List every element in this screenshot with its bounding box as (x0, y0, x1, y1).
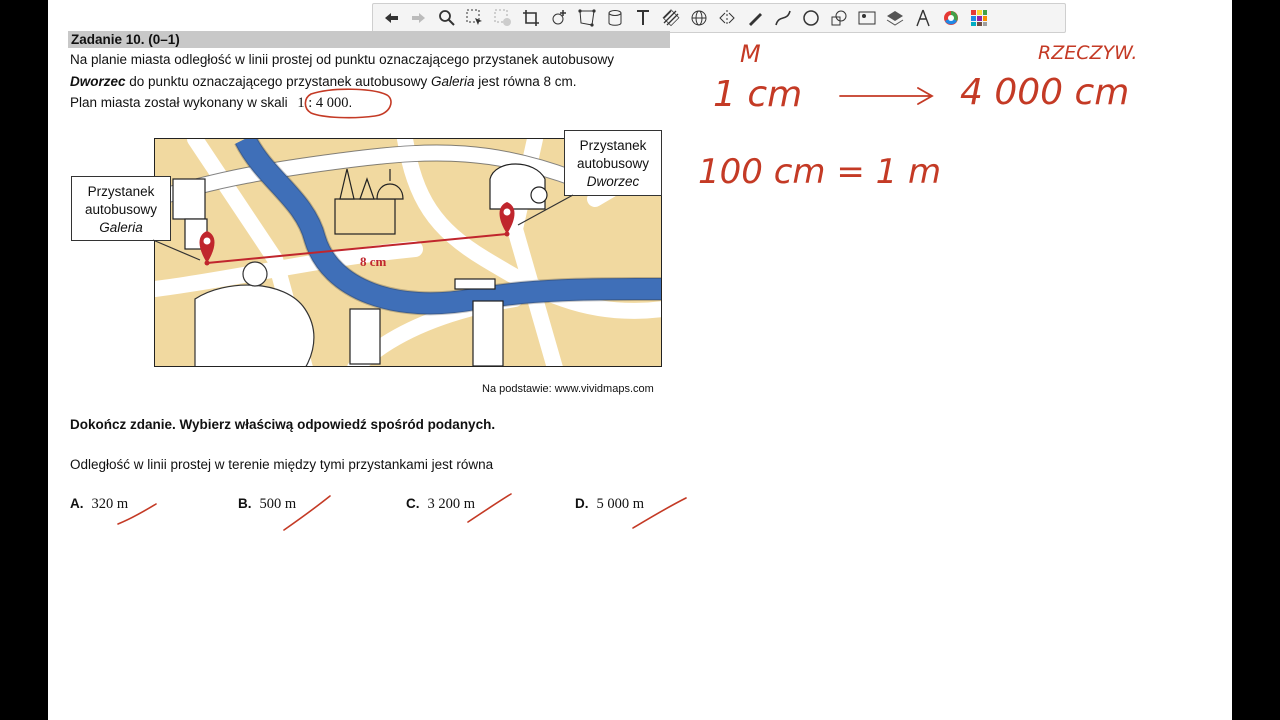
annotation-real-label: RZECZYW. (1038, 42, 1138, 64)
curve-icon (775, 10, 791, 26)
shapes-tool-button[interactable] (827, 6, 851, 30)
mirror-tool-button[interactable] (715, 6, 739, 30)
task-line-1: Na planie miasta odległość w linii prost… (70, 52, 615, 67)
scale-circle-annotation (304, 88, 392, 119)
answer-strike-annotations (117, 493, 687, 531)
annotation-eq1-right: 4 000 cm (960, 72, 1130, 113)
instruction-text: Dokończ zdanie. Wybierz właściwą odpowie… (70, 417, 496, 432)
task-line-2: Dworzec do punktu oznaczającego przystan… (70, 74, 577, 89)
task-line-2-end: jest równa 8 cm. (474, 74, 577, 89)
compass-icon (916, 9, 930, 27)
callout-galeria-pointer (152, 239, 201, 261)
annotation-map-label: M (740, 40, 761, 68)
select-tool-button[interactable] (463, 6, 487, 30)
polygon-select-tool-button[interactable] (575, 6, 599, 30)
arrow-annotation (839, 87, 934, 105)
crop-tool-button[interactable] (519, 6, 543, 30)
callout-dworzec-line1: Przystanek (579, 138, 647, 153)
text-tool-button[interactable] (631, 6, 655, 30)
stop-name-dworzec: Dworzec (70, 74, 126, 89)
curve-tool-button[interactable] (771, 6, 795, 30)
shapes-icon (831, 10, 847, 26)
image-icon (858, 11, 876, 25)
zoom-icon (439, 10, 455, 26)
callout-galeria-line1: Przystanek (87, 184, 155, 199)
mirror-icon (719, 10, 735, 26)
select-icon (466, 9, 482, 25)
task-line-2-text: do punktu oznaczającego przystanek autob… (125, 74, 431, 89)
cylinder-tool-button[interactable] (603, 6, 627, 30)
palette-grid-tool-button[interactable] (967, 6, 991, 30)
document-page: Zadanie 10. (0–1) Na planie miasta odleg… (48, 0, 1232, 720)
layers-icon (886, 11, 904, 26)
callout-dworzec-line2: autobusowy (576, 156, 650, 171)
task-line-3-text: Plan miasta został wykonany w skali (70, 95, 288, 110)
add-point-icon (552, 10, 566, 25)
circle-icon (803, 10, 819, 26)
callout-dworzec-pointer (517, 194, 574, 226)
annotation-eq1-left: 1 cm (713, 74, 803, 115)
color-wheel-icon (944, 11, 958, 25)
add-point-tool-button[interactable] (547, 6, 571, 30)
color-wheel-tool-button[interactable] (939, 6, 963, 30)
hatch-icon (662, 9, 680, 27)
redo-icon (412, 13, 425, 23)
question-text: Odległość w linii prostej w terenie międ… (70, 457, 494, 472)
compass-tool-button[interactable] (911, 6, 935, 30)
undo-tool-button[interactable] (379, 6, 403, 30)
hatch-tool-button[interactable] (659, 6, 683, 30)
layers-tool-button[interactable] (883, 6, 907, 30)
drawing-toolbar (372, 3, 1066, 33)
callout-galeria-line3: Galeria (99, 220, 143, 235)
distance-label: 8 cm (360, 254, 387, 269)
palette-grid-icon (971, 10, 987, 26)
map-source: Na podstawie: www.vividmaps.com (482, 383, 654, 395)
stop-name-galeria: Galeria (430, 74, 475, 89)
text-icon (637, 10, 649, 25)
callout-dworzec-line3: Dworzec (586, 174, 640, 189)
cylinder-icon (608, 10, 622, 26)
polygon-select-icon (578, 9, 596, 27)
answer-a-letter: A. (70, 496, 84, 511)
redo-tool-button[interactable] (407, 6, 431, 30)
circle-tool-button[interactable] (799, 6, 823, 30)
pen-tool-button[interactable] (743, 6, 767, 30)
sphere-grid-tool-button[interactable] (687, 6, 711, 30)
callout-dworzec: Przystanek autobusowy Dworzec (564, 130, 662, 196)
erase-selection-icon (494, 9, 511, 26)
undo-icon (385, 13, 398, 23)
erase-selection-tool-button[interactable] (491, 6, 515, 30)
task-title: Zadanie 10. (0–1) (71, 32, 180, 47)
pen-icon (749, 13, 762, 26)
task-header-bar: Zadanie 10. (0–1) (68, 31, 670, 48)
sphere-grid-icon (691, 10, 707, 26)
zoom-tool-button[interactable] (435, 6, 459, 30)
callout-galeria-line2: autobusowy (84, 202, 158, 217)
crop-icon (523, 10, 539, 26)
image-tool-button[interactable] (855, 6, 879, 30)
annotation-eq2: 100 cm = 1 m (698, 152, 942, 192)
